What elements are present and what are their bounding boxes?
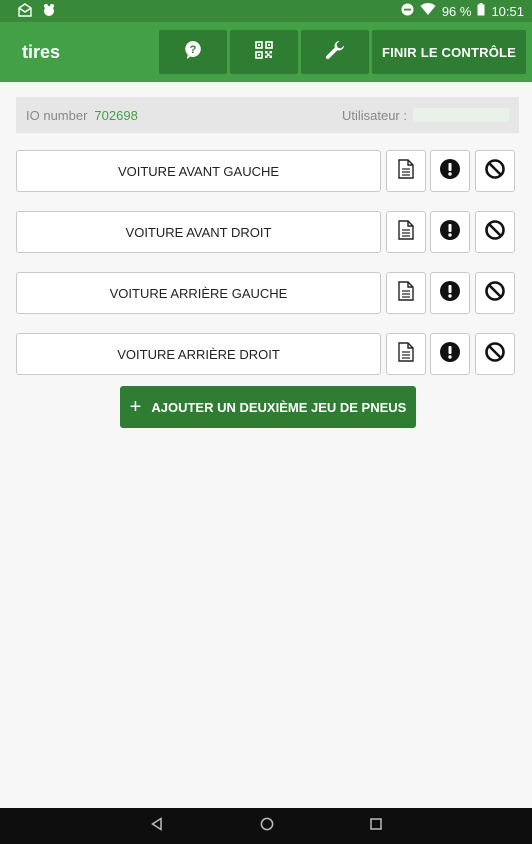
status-bar: 96 % 10:51 — [0, 0, 532, 22]
not-applicable-button[interactable] — [475, 272, 515, 314]
svg-text:?: ? — [190, 44, 197, 56]
not-applicable-button[interactable] — [475, 211, 515, 253]
wifi-icon — [420, 3, 436, 19]
tire-position-button[interactable]: VOITURE AVANT DROIT — [16, 211, 381, 253]
info-bar: IO number 702698 Utilisateur : — [16, 97, 519, 133]
app-title: tires — [22, 41, 61, 62]
home-icon[interactable] — [260, 817, 274, 836]
settings-button[interactable] — [301, 30, 369, 74]
user-label: Utilisateur : — [341, 107, 407, 123]
qr-code-button[interactable] — [230, 30, 298, 74]
ban-icon — [484, 158, 506, 185]
do-not-disturb-icon — [401, 3, 414, 19]
help-button[interactable]: ? — [159, 30, 227, 74]
exclamation-icon — [439, 341, 461, 368]
document-icon — [397, 280, 415, 306]
wrench-icon — [325, 40, 345, 65]
exclamation-icon — [439, 219, 461, 246]
plus-icon: + — [129, 395, 142, 418]
ban-icon — [484, 341, 506, 368]
battery-icon — [477, 3, 485, 19]
not-applicable-button[interactable] — [475, 150, 515, 192]
app-actions: ? FINIR LE CONTRÔLE — [159, 30, 526, 74]
tire-position-button[interactable]: VOITURE ARRIÈRE DROIT — [16, 333, 381, 375]
exclamation-icon — [439, 280, 461, 307]
ban-icon — [484, 219, 506, 246]
io-number-label: IO number — [26, 107, 88, 123]
ban-icon — [484, 280, 506, 307]
user-info: Utilisateur : — [342, 108, 509, 123]
app-bar: tires ? FINIR LE CONTRÔLE — [0, 22, 532, 82]
user-name-redacted — [413, 108, 509, 122]
app-notification-icon — [42, 3, 56, 20]
document-button[interactable] — [386, 150, 426, 192]
tire-row: VOITURE AVANT DROIT — [16, 211, 516, 253]
tire-row: VOITURE ARRIÈRE GAUCHE — [16, 272, 516, 314]
document-button[interactable] — [386, 333, 426, 375]
tire-position-button[interactable]: VOITURE ARRIÈRE GAUCHE — [16, 272, 381, 314]
alert-button[interactable] — [430, 333, 470, 375]
document-icon — [397, 219, 415, 245]
document-icon — [397, 341, 415, 367]
io-number-value: 702698 — [94, 107, 138, 123]
clock: 10:51 — [491, 3, 524, 19]
help-icon: ? — [184, 40, 202, 65]
alert-button[interactable] — [430, 272, 470, 314]
document-button[interactable] — [386, 211, 426, 253]
add-button-label: AJOUTER UN DEUXIÈME JEU DE PNEUS — [151, 399, 407, 415]
system-nav-bar — [0, 808, 532, 844]
mail-notification-icon — [18, 2, 32, 20]
recents-icon[interactable] — [370, 817, 382, 835]
document-button[interactable] — [386, 272, 426, 314]
tire-row: VOITURE ARRIÈRE DROIT — [16, 333, 516, 375]
document-icon — [397, 158, 415, 184]
add-second-tire-set-button[interactable]: + AJOUTER UN DEUXIÈME JEU DE PNEUS — [120, 386, 416, 428]
back-icon[interactable] — [150, 816, 164, 836]
qr-code-icon — [255, 40, 273, 64]
tire-position-button[interactable]: VOITURE AVANT GAUCHE — [16, 150, 381, 192]
alert-button[interactable] — [430, 211, 470, 253]
main-content: IO number 702698 Utilisateur : VOITURE A… — [0, 82, 532, 808]
alert-button[interactable] — [430, 150, 470, 192]
not-applicable-button[interactable] — [475, 333, 515, 375]
finish-control-button[interactable]: FINIR LE CONTRÔLE — [372, 30, 526, 74]
tire-row: VOITURE AVANT GAUCHE — [16, 150, 516, 192]
battery-percent: 96 % — [441, 3, 472, 19]
exclamation-icon — [439, 158, 461, 185]
